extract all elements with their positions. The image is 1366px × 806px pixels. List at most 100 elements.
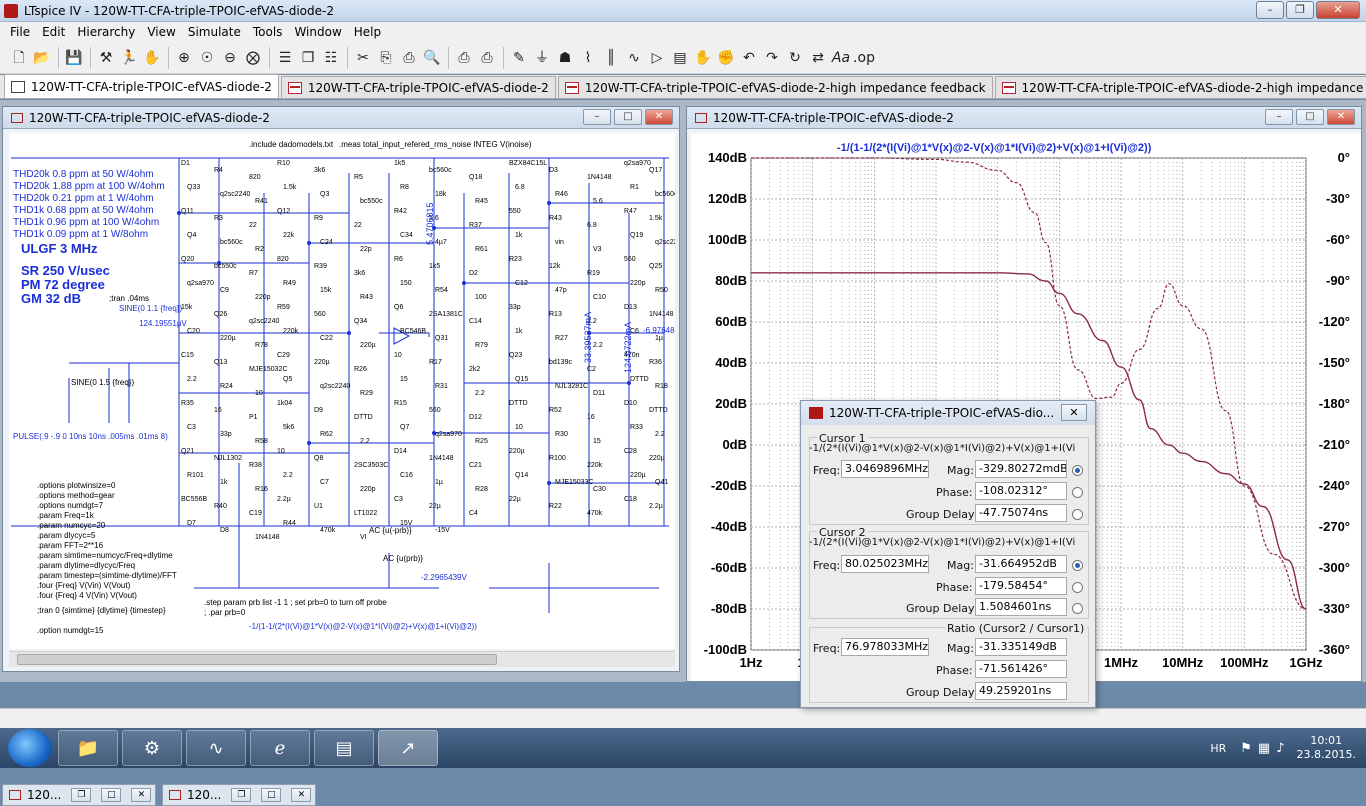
ratio-freq-field[interactable]: 76.978033MHz [841, 638, 929, 656]
find-icon[interactable]: 🔍 [421, 47, 443, 69]
cursor2-freq-field[interactable]: 80.025023MHz [841, 555, 929, 573]
schematic-maximize-button[interactable]: □ [614, 109, 642, 125]
maximize-button[interactable]: ❐ [1286, 1, 1314, 19]
minimized-window-2[interactable]: 120... ❐ □ ✕ [162, 784, 316, 806]
tab-waveform-1[interactable]: 120W-TT-CFA-triple-TPOIC-efVAS-diode-2 [280, 76, 556, 98]
maximize-icon[interactable]: □ [101, 788, 122, 802]
cursor1-mag-field[interactable]: -329.80272mdB [975, 460, 1067, 478]
network-icon[interactable]: ▦ [1258, 741, 1270, 756]
cursor-dialog-close-button[interactable]: ✕ [1061, 404, 1087, 421]
control-panel-icon[interactable]: ⚒ [95, 47, 117, 69]
flag-icon[interactable]: ⚑ [1240, 741, 1252, 756]
schematic-hscrollbar[interactable] [9, 651, 675, 667]
cursor2-phase-field[interactable]: -179.58454° [975, 577, 1067, 595]
schematic-canvas[interactable]: THD20k 0.8 ppm at 50 W/4ohm THD20k 1.88 … [9, 133, 675, 649]
print-icon[interactable]: ⎙ [476, 47, 498, 69]
capacitor-icon[interactable]: ║ [600, 47, 622, 69]
cursor1-group-delay-field[interactable]: -47.75074ns [975, 504, 1067, 522]
minimize-button[interactable]: – [1256, 1, 1284, 19]
plot-minimize-button[interactable]: – [1265, 109, 1293, 125]
clock[interactable]: 10:01 23.8.2015. [1297, 734, 1356, 762]
language-indicator[interactable]: HR [1210, 742, 1226, 755]
zoom-pan-icon[interactable]: ☉ [196, 47, 218, 69]
cut-icon[interactable]: ✂ [352, 47, 374, 69]
mirror-icon[interactable]: ⇄ [807, 47, 829, 69]
open-schematic-icon[interactable]: 🗋 [8, 47, 30, 69]
menu-window[interactable]: Window [288, 25, 347, 39]
menu-hierarchy[interactable]: Hierarchy [71, 25, 141, 39]
label-net-icon[interactable]: ☗ [554, 47, 576, 69]
cursor1-phase-field[interactable]: -108.02312° [975, 482, 1067, 500]
diode-icon[interactable]: ▷ [646, 47, 668, 69]
close-icon[interactable]: ✕ [291, 788, 312, 802]
cursor1-group-delay-radio[interactable] [1072, 509, 1083, 520]
volume-icon[interactable]: ♪ [1276, 741, 1284, 756]
rotate-icon[interactable]: ↻ [784, 47, 806, 69]
scope-taskbar-button[interactable]: ∿ [186, 730, 246, 766]
undo-icon[interactable]: ↶ [738, 47, 760, 69]
plot-maximize-button[interactable]: □ [1296, 109, 1324, 125]
close-icon[interactable]: ✕ [131, 788, 152, 802]
menu-simulate[interactable]: Simulate [182, 25, 247, 39]
inductor-icon[interactable]: ∿ [623, 47, 645, 69]
cascade-icon[interactable]: ❐ [297, 47, 319, 69]
halt-icon[interactable]: ✋ [141, 47, 163, 69]
ground-icon[interactable]: ⏚ [531, 47, 553, 69]
menu-tools[interactable]: Tools [247, 25, 289, 39]
app-taskbar-button[interactable]: ⚙ [122, 730, 182, 766]
tab-waveform-2[interactable]: 120W-TT-CFA-triple-TPOIC-efVAS-diode-2-h… [557, 76, 993, 98]
start-button[interactable] [8, 729, 52, 767]
close-button[interactable]: ✕ [1316, 1, 1360, 19]
window-title: LTspice IV - 120W-TT-CFA-triple-TPOIC-ef… [24, 3, 334, 18]
schematic-close-button[interactable]: ✕ [645, 109, 673, 125]
text-icon[interactable]: Aa [830, 47, 852, 69]
cursor2-mag-field[interactable]: -31.664952dB [975, 555, 1067, 573]
save-icon[interactable]: 💾 [63, 47, 85, 69]
open-file-icon[interactable]: 📂 [31, 47, 53, 69]
window-taskbar-button[interactable]: ▤ [314, 730, 374, 766]
cursor1-freq-field[interactable]: 3.0469896MHz [841, 460, 929, 478]
plot-close-button[interactable]: ✕ [1327, 109, 1355, 125]
cursor2-group-delay-radio[interactable] [1072, 603, 1083, 614]
scroll-thumb[interactable] [17, 654, 497, 665]
restore-icon[interactable]: ❐ [231, 788, 252, 802]
zoom-out-icon[interactable]: ⊖ [219, 47, 241, 69]
ratio-mag-field[interactable]: -31.335149dB [975, 638, 1067, 656]
restore-icon[interactable]: ❐ [71, 788, 92, 802]
maximize-icon[interactable]: □ [261, 788, 282, 802]
draw-wire-icon[interactable]: ✎ [508, 47, 530, 69]
explorer-taskbar-button[interactable]: 📁 [58, 730, 118, 766]
resistor-icon[interactable]: ⌇ [577, 47, 599, 69]
zoom-in-icon[interactable]: ⊕ [173, 47, 195, 69]
menu-help[interactable]: Help [348, 25, 387, 39]
menu-file[interactable]: File [4, 25, 36, 39]
cursor2-mag-radio[interactable] [1072, 560, 1083, 571]
schematic-minimize-button[interactable]: – [583, 109, 611, 125]
tile-vertical-icon[interactable]: ☷ [320, 47, 342, 69]
menu-edit[interactable]: Edit [36, 25, 71, 39]
component-icon[interactable]: ▤ [669, 47, 691, 69]
cursor2-phase-radio[interactable] [1072, 582, 1083, 593]
copy-icon[interactable]: ⎘ [375, 47, 397, 69]
redo-icon[interactable]: ↷ [761, 47, 783, 69]
print-setup-icon[interactable]: ⎙ [453, 47, 475, 69]
zoom-fit-icon[interactable]: ⨂ [242, 47, 264, 69]
cursor2-group-delay-field[interactable]: 1.5084601ns [975, 598, 1067, 616]
tab-waveform-3[interactable]: 120W-TT-CFA-triple-TPOIC-efVAS-diode-2-h… [994, 76, 1366, 98]
move-icon[interactable]: ✋ [692, 47, 714, 69]
spice-directive-icon[interactable]: .op [853, 47, 875, 69]
paste-icon[interactable]: ⎙ [398, 47, 420, 69]
ratio-phase-field[interactable]: -71.561426° [975, 660, 1067, 678]
run-icon[interactable]: 🏃 [118, 47, 140, 69]
tile-horizontal-icon[interactable]: ☰ [274, 47, 296, 69]
ratio-group-delay-field[interactable]: 49.259201ns [975, 682, 1067, 700]
tab-schematic[interactable]: 120W-TT-CFA-triple-TPOIC-efVAS-diode-2 [4, 74, 279, 98]
ltspice-taskbar-button[interactable]: ↗ [378, 730, 438, 766]
menu-view[interactable]: View [141, 25, 181, 39]
part-label: R45 [475, 198, 488, 205]
cursor1-mag-radio[interactable] [1072, 465, 1083, 476]
minimized-window-1[interactable]: 120... ❐ □ ✕ [2, 784, 156, 806]
drag-icon[interactable]: ✊ [715, 47, 737, 69]
cursor1-phase-radio[interactable] [1072, 487, 1083, 498]
ie-taskbar-button[interactable]: ℯ [250, 730, 310, 766]
